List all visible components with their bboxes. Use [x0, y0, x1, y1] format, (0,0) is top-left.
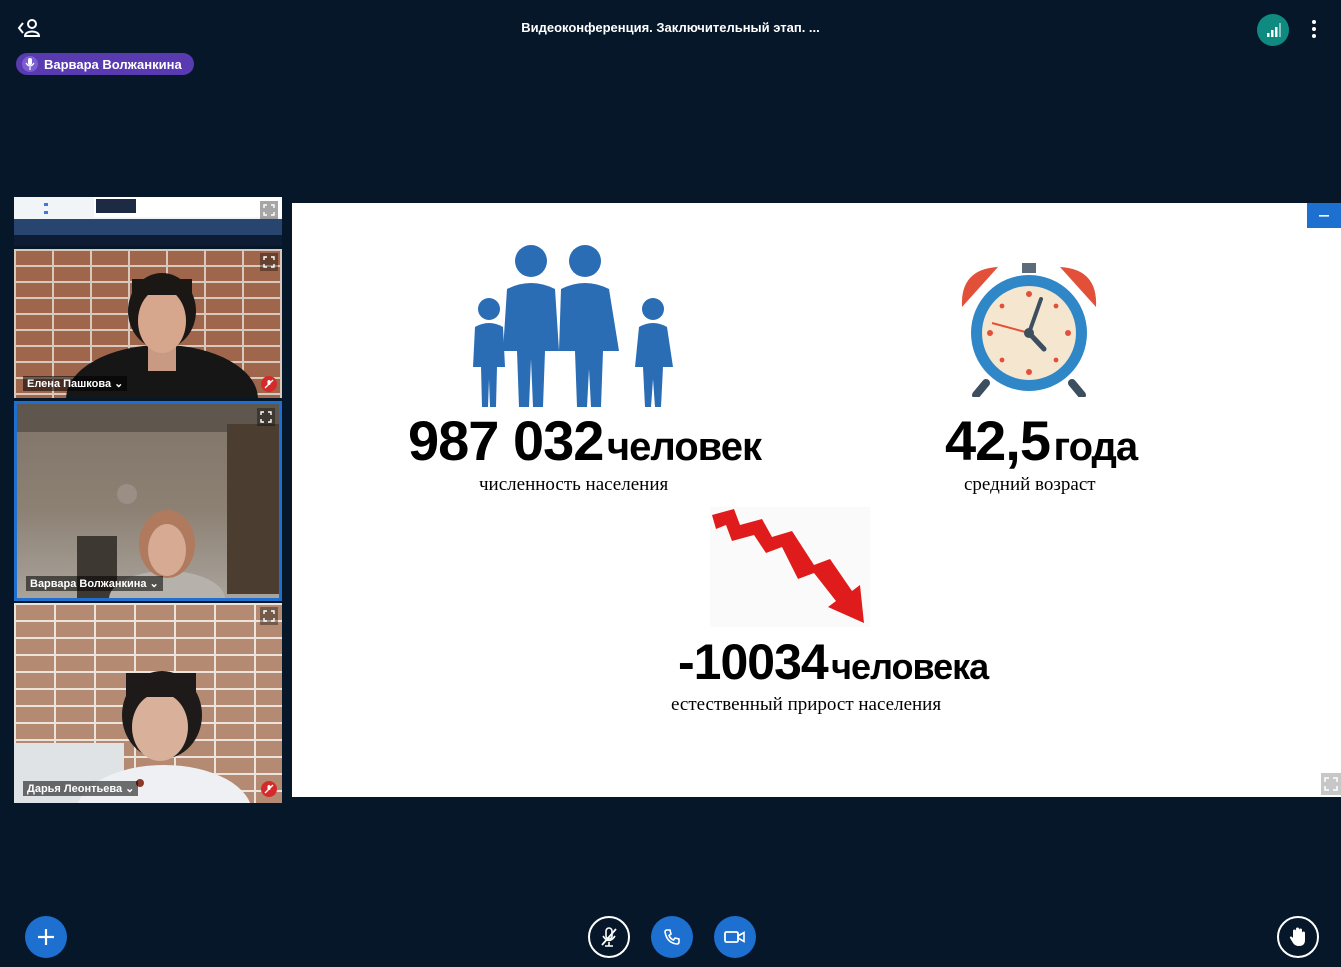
actions-button[interactable]	[25, 916, 67, 958]
microphone-icon	[22, 56, 38, 72]
leave-audio-button[interactable]	[651, 916, 693, 958]
share-webcam-button[interactable]	[714, 916, 756, 958]
vertical-ellipsis-icon	[1312, 20, 1316, 38]
expand-icon[interactable]	[257, 408, 275, 426]
expand-icon[interactable]	[260, 607, 278, 625]
expand-icon[interactable]	[260, 253, 278, 271]
muted-icon	[261, 781, 277, 797]
expand-icon	[1324, 777, 1338, 791]
signal-bars-icon	[1267, 23, 1281, 37]
population-caption: численность населения	[479, 474, 669, 495]
participant-video-frame	[17, 404, 279, 598]
chevron-down-icon: ⌄	[125, 783, 135, 795]
participant-name-label[interactable]: Варвара Волжанкина ⌄	[26, 576, 163, 591]
top-bar: Видеоконференция. Заключительный этап. .…	[0, 0, 1341, 56]
family-icon	[473, 245, 673, 407]
meeting-title: Видеоконференция. Заключительный этап. .…	[521, 20, 820, 35]
natural-growth-caption: естественный прирост населения	[671, 694, 942, 715]
microphone-muted-icon	[601, 927, 617, 947]
video-tile-darya[interactable]: Дарья Леонтьева ⌄	[14, 603, 282, 803]
population-stat: 987 032 человек	[408, 409, 762, 472]
talking-user-name: Варвара Волжанкина	[44, 56, 182, 72]
phone-icon	[664, 929, 680, 945]
unmute-button[interactable]	[588, 916, 630, 958]
presentation-slide: 987 032 человек численность населения 42…	[292, 203, 1341, 797]
video-tile-varvara[interactable]: Варвара Волжанкина ⌄	[14, 401, 282, 601]
options-menu-button[interactable]	[1302, 14, 1326, 44]
median-age-stat: 42,5 года	[945, 409, 1138, 472]
fullscreen-presentation-button[interactable]	[1321, 773, 1341, 795]
muted-icon	[261, 376, 277, 392]
screen-thumbnail-image	[14, 197, 282, 246]
natural-growth-stat: -10034 человека	[678, 634, 989, 690]
hand-icon	[1289, 927, 1305, 946]
participant-name-label[interactable]: Елена Пашкова ⌄	[23, 376, 128, 391]
connection-status-button[interactable]	[1257, 14, 1289, 46]
chevron-down-icon: ⌄	[149, 578, 159, 590]
median-age-caption: средний возраст	[964, 474, 1096, 495]
talking-indicator[interactable]: Варвара Волжанкина	[16, 53, 194, 75]
alarm-clock-icon	[961, 263, 1097, 397]
screen-share-thumbnail[interactable]	[14, 197, 282, 246]
expand-icon[interactable]	[260, 201, 278, 219]
video-tile-elena[interactable]: Елена Пашкова ⌄	[14, 249, 282, 398]
chevron-down-icon: ⌄	[114, 378, 124, 390]
participant-name-label[interactable]: Дарья Леонтьева ⌄	[23, 781, 139, 796]
plus-icon	[38, 929, 54, 945]
participant-video-frame	[14, 671, 251, 803]
minimize-presentation-button[interactable]	[1307, 203, 1341, 228]
raise-hand-button[interactable]	[1277, 916, 1319, 958]
video-camera-icon	[724, 931, 745, 943]
minus-icon	[1319, 214, 1329, 217]
trend-down-arrow-icon	[710, 507, 870, 627]
